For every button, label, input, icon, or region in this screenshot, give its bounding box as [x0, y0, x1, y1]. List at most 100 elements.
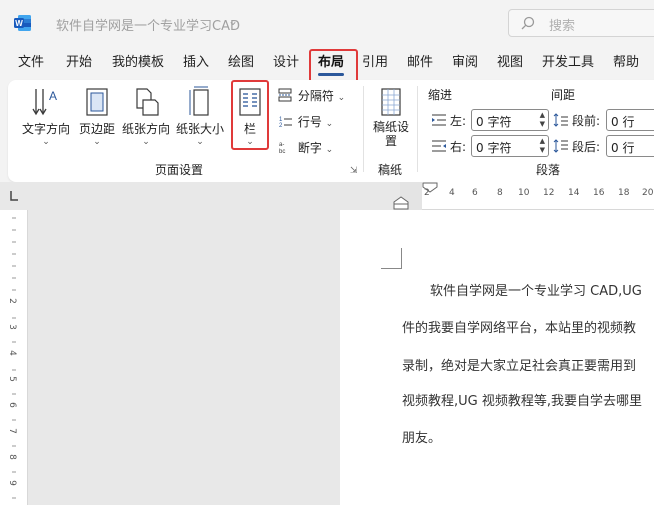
size-button[interactable]: 纸张大小 ⌄ [174, 86, 226, 147]
svg-text:2: 2 [279, 123, 283, 128]
spacing-before-input[interactable]: 0 行 [606, 109, 654, 131]
ruler-tick-label: 8 [497, 188, 503, 198]
tab-insert[interactable]: 插入 [183, 48, 209, 78]
hyphenation-label: 断字 [297, 141, 322, 155]
ruler-tick-label: 6 [6, 402, 17, 408]
svg-text:bc: bc [279, 149, 285, 154]
ruler-tick-label: 2 [6, 298, 17, 304]
hyphenation-icon: a- bc [279, 142, 285, 155]
hyphenation-button[interactable]: a- bc 断字 ⌄ [278, 139, 333, 156]
page-setup-group-label: 页面设置 [155, 163, 204, 177]
size-label: 纸张大小 [175, 122, 224, 136]
line-numbers-label: 行号 [297, 115, 322, 129]
page-size-icon [189, 86, 209, 116]
chevron-down-icon: ⌄ [196, 137, 204, 147]
chevron-down-icon: ⌄ [142, 137, 150, 147]
ruler-tick-label: 5 [6, 376, 17, 382]
tab-help[interactable]: 帮助 [613, 48, 639, 78]
tab-my-templates[interactable]: 我的模板 [112, 48, 164, 78]
document-line[interactable]: 件的我要自学网络平台，本站里的视频教 [402, 317, 636, 336]
svg-text:A: A [49, 89, 57, 103]
ruler-tick-label: 16 [593, 188, 605, 198]
margins-button[interactable]: 页边距 ⌄ [76, 86, 118, 147]
orientation-button[interactable]: 纸张方向 ⌄ [120, 86, 172, 147]
group-separator [417, 86, 418, 172]
tab-review[interactable]: 审阅 [452, 48, 478, 78]
indent-left-value: 0 字符 [476, 115, 512, 129]
chevron-down-icon: ⌄ [337, 93, 346, 103]
group-separator [363, 86, 364, 172]
ruler-tick-label: 18 [618, 188, 630, 198]
ruler-tick-label: 20 [642, 188, 654, 198]
chevron-down-icon: ⌄ [42, 137, 50, 147]
tab-layout-highlight [309, 49, 358, 84]
margin-corner-mark [381, 248, 402, 269]
orientation-label: 纸张方向 [121, 122, 170, 136]
tab-references[interactable]: 引用 [362, 48, 388, 78]
line-numbers-button[interactable]: 1 2 行号 ⌄ [278, 113, 333, 130]
manuscript-setup-label: 稿纸设置 [372, 120, 409, 148]
spacing-after-input[interactable]: 0 行 [606, 135, 654, 157]
ruler-tick-label: 7 [6, 428, 17, 434]
search-placeholder: 搜索 [549, 19, 576, 34]
tab-file[interactable]: 文件 [18, 48, 44, 78]
indent-left-label: 左: [450, 114, 467, 128]
tab-mailings[interactable]: 邮件 [407, 48, 433, 78]
ruler-tick-label: 3 [6, 324, 17, 330]
tab-developer[interactable]: 开发工具 [542, 48, 594, 78]
spacing-after-icon [553, 139, 568, 153]
manuscript-setup-button[interactable]: 稿纸设置 [372, 86, 410, 148]
text-direction-icon: A [32, 89, 57, 116]
document-line[interactable]: 视频教程,UG 视频教程等,我要自学去哪里 [402, 390, 642, 409]
hanging-indent-marker-icon[interactable] [393, 196, 409, 210]
indent-right-row: 右: 0 字符 ▲ ▼ [431, 135, 551, 157]
indent-left-input[interactable]: 0 字符 ▲ ▼ [471, 109, 549, 131]
ruler-tick-label: 8 [6, 454, 17, 460]
tab-home[interactable]: 开始 [66, 48, 92, 78]
ruler-tick-label: 6 [472, 188, 478, 198]
manuscript-group-label: 稿纸 [378, 163, 403, 177]
spacing-before-row: 段前: 0 行 [553, 109, 654, 131]
paragraph-group-label: 段落 [536, 163, 561, 177]
indent-right-icon [432, 140, 446, 152]
search-icon [521, 16, 535, 30]
ruler-tick-label: 4 [449, 188, 455, 198]
word-logo-icon: W [14, 15, 31, 31]
text-direction-button[interactable]: A 文字方向 ⌄ [20, 86, 72, 147]
spinner-arrows-icon[interactable]: ▲ ▼ [540, 111, 545, 129]
indent-right-input[interactable]: 0 字符 ▲ ▼ [471, 135, 549, 157]
ruler-tick-label: 9 [6, 480, 17, 486]
margins-icon [86, 88, 108, 116]
tab-design[interactable]: 设计 [273, 48, 299, 78]
spacing-after-label: 段后: [572, 140, 601, 154]
chevron-down-icon: ⌄ [93, 137, 101, 147]
indent-left-icon [432, 114, 446, 126]
document-page[interactable]: 软件自学网是一个专业学习 CAD,UG 件的我要自学网络平台，本站里的视频教 录… [340, 210, 654, 505]
ruler-tick-label: 10 [518, 188, 530, 198]
document-line[interactable]: 录制，绝对是大家立足社会真正要需用到 [402, 355, 636, 374]
horizontal-ruler[interactable]: 2 4 6 8 10 12 14 16 18 20 [400, 182, 654, 210]
page-setup-dialog-launcher-icon[interactable]: ⇲ [350, 166, 358, 176]
ruler-tick-label: 14 [568, 188, 580, 198]
ruler-tick-label: 12 [543, 188, 555, 198]
document-line[interactable]: 软件自学网是一个专业学习 CAD,UG [430, 280, 642, 299]
spinner-arrows-icon[interactable]: ▲ ▼ [540, 137, 545, 155]
margins-label: 页边距 [78, 122, 115, 136]
ruler-tick-label: 4 [6, 350, 17, 356]
spacing-before-label: 段前: [572, 114, 601, 128]
search-input[interactable]: 搜索 [508, 9, 654, 37]
document-title[interactable]: 软件自学网是一个专业学习CAD [56, 15, 240, 34]
svg-text:a-: a- [279, 142, 284, 148]
indent-left-row: 左: 0 字符 ▲ ▼ [431, 109, 551, 131]
vertical-ruler[interactable]: 2 3 4 5 6 7 8 9 [0, 210, 28, 505]
indent-right-label: 右: [450, 140, 467, 154]
tab-view[interactable]: 视图 [497, 48, 523, 78]
line-numbers-icon: 1 2 [279, 117, 292, 129]
tab-selector-icon[interactable] [8, 190, 20, 202]
text-direction-label: 文字方向 [21, 122, 70, 136]
chevron-down-icon[interactable]: ⌄ [228, 14, 238, 28]
tab-draw[interactable]: 绘图 [228, 48, 254, 78]
document-line[interactable]: 朋友。 [402, 427, 441, 446]
spacing-before-icon [553, 113, 568, 127]
breaks-button[interactable]: 分隔符 ⌄ [278, 87, 345, 104]
